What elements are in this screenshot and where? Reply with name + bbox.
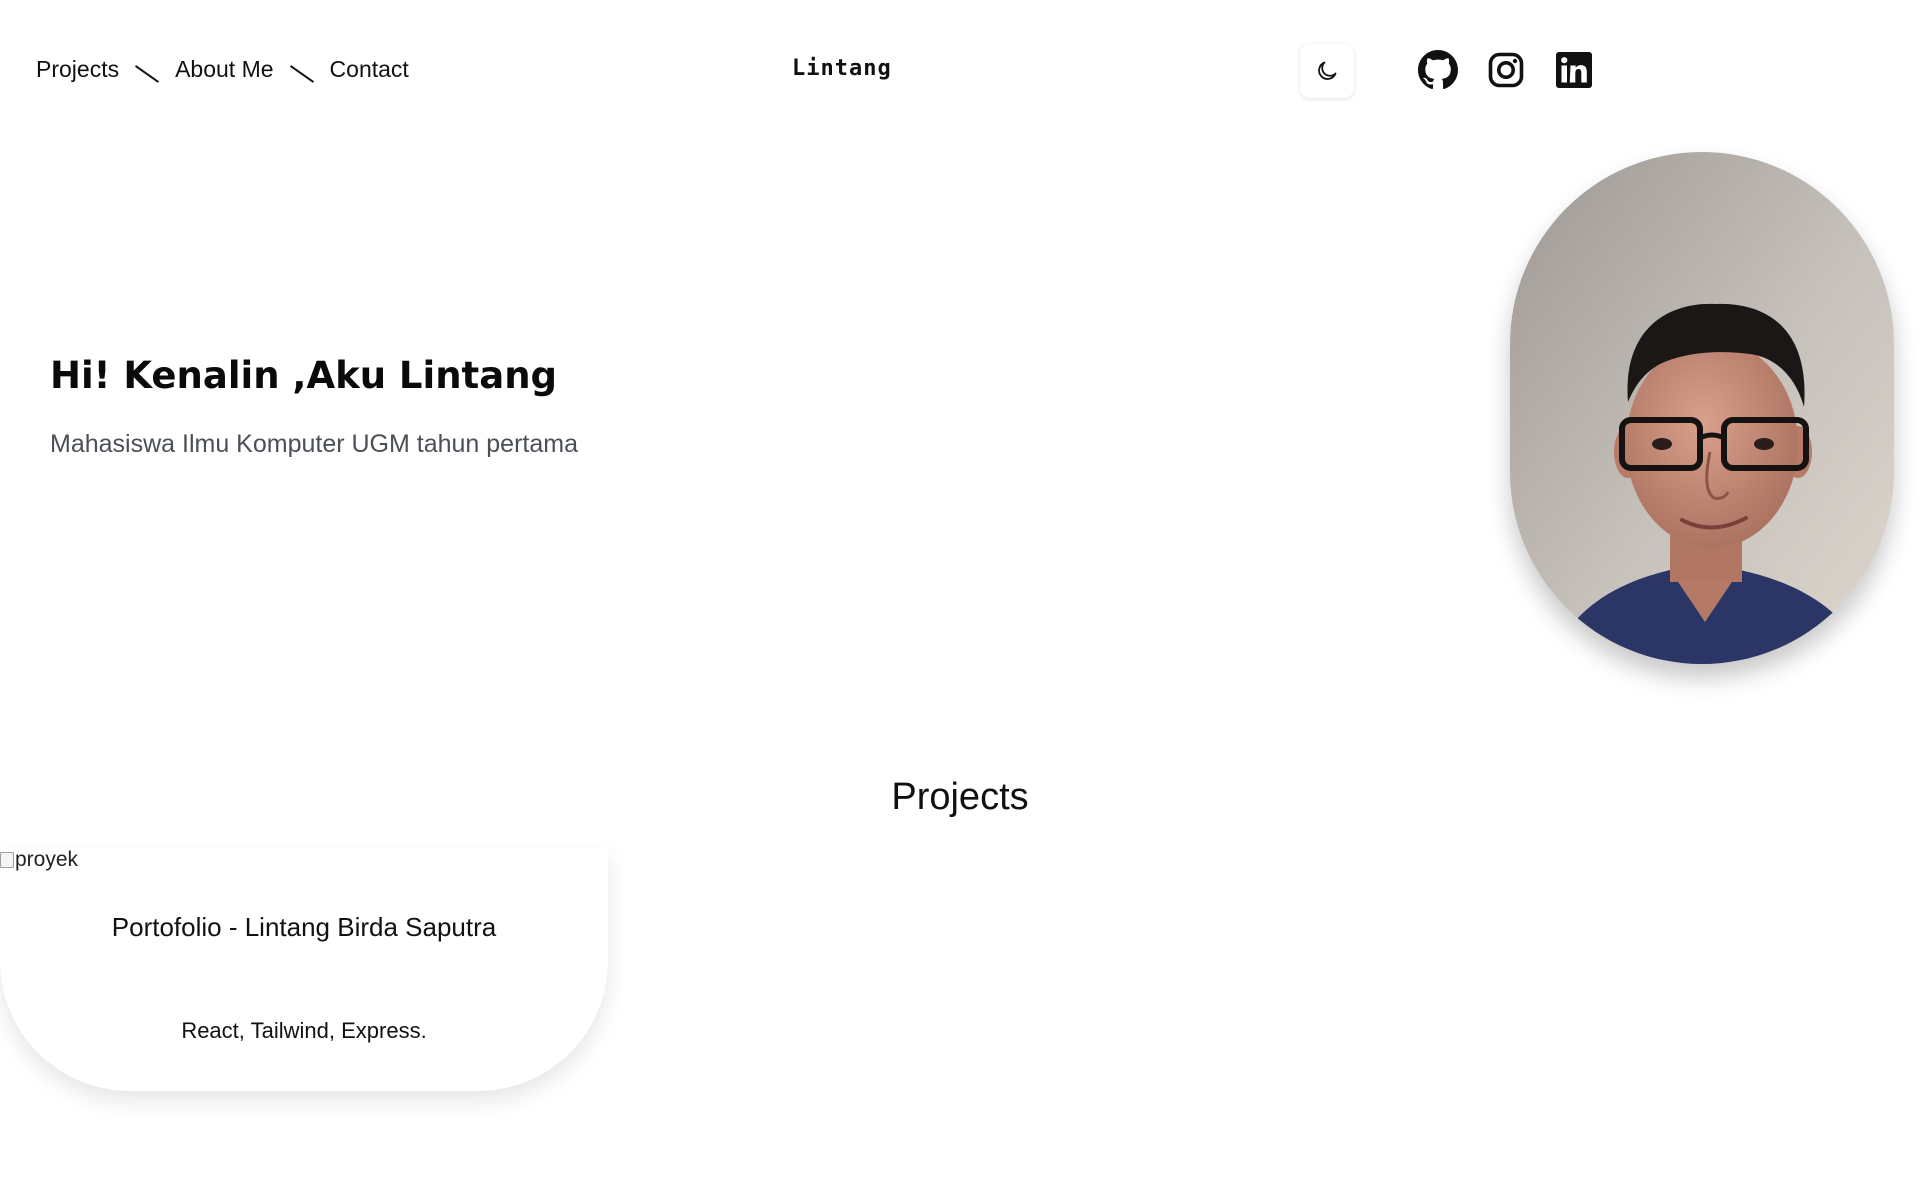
hero-subtitle: Mahasiswa Ilmu Komputer UGM tahun pertam… <box>50 430 578 458</box>
github-icon <box>1418 50 1458 90</box>
projects-heading: Projects <box>891 776 1029 818</box>
profile-photo <box>1510 152 1894 664</box>
moon-icon <box>1318 61 1337 80</box>
hero-title: Hi! Kenalin ,Aku Lintang <box>50 354 558 397</box>
broken-image-icon <box>0 852 14 868</box>
nav-link-projects[interactable]: Projects <box>36 56 119 83</box>
github-link[interactable] <box>1418 50 1458 90</box>
project-card[interactable]: proyek Portofolio - Lintang Birda Saputr… <box>0 848 608 1091</box>
nav-links: Projects About Me Contact <box>36 56 409 83</box>
theme-toggle-button[interactable] <box>1300 44 1354 98</box>
instagram-link[interactable] <box>1486 50 1526 90</box>
project-tech-stack: React, Tailwind, Express. <box>181 1018 427 1043</box>
nav-separator <box>289 64 314 83</box>
nav-separator <box>135 64 160 83</box>
project-title: Portofolio - Lintang Birda Saputra <box>111 912 497 942</box>
instagram-icon <box>1488 52 1524 88</box>
linkedin-icon <box>1556 52 1592 88</box>
nav-link-contact[interactable]: Contact <box>330 56 409 83</box>
brand-logo-text[interactable]: Lintang <box>792 56 892 81</box>
nav-link-about-me[interactable]: About Me <box>175 56 273 83</box>
project-image-placeholder: proyek <box>0 848 78 872</box>
linkedin-link[interactable] <box>1554 50 1594 90</box>
project-image-alt: proyek <box>15 848 79 871</box>
